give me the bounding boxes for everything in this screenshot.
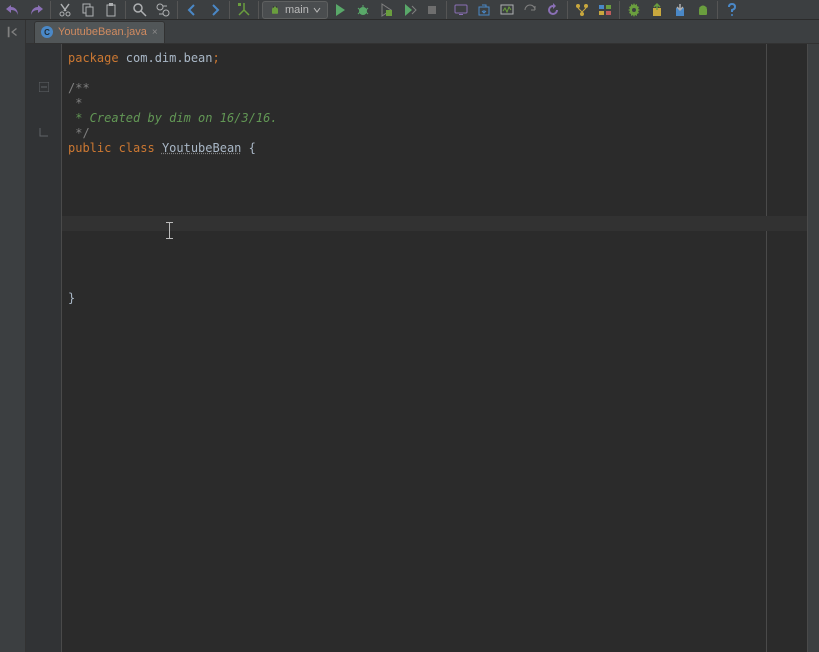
import-icon[interactable] (669, 1, 691, 19)
code-line: */ (68, 126, 90, 141)
separator (229, 1, 230, 19)
separator (50, 1, 51, 19)
export-icon[interactable] (646, 1, 668, 19)
paste-icon[interactable] (100, 1, 122, 19)
fold-end-icon[interactable] (39, 127, 49, 137)
main-toolbar: main (0, 0, 819, 20)
run-config-label: main (285, 4, 309, 16)
current-line-highlight (62, 216, 807, 231)
forward-icon[interactable] (204, 1, 226, 19)
project-structure-icon[interactable] (594, 1, 616, 19)
right-margin-line (766, 44, 767, 652)
code-line: * (68, 96, 82, 111)
run-config-selector[interactable]: main (262, 1, 328, 19)
help-icon[interactable] (721, 1, 743, 19)
separator (125, 1, 126, 19)
file-tab-name: YoutubeBean.java (58, 26, 147, 38)
stop-icon[interactable] (421, 1, 443, 19)
run-icon[interactable] (329, 1, 351, 19)
chevron-down-icon (313, 6, 321, 14)
sync-gradle-icon[interactable] (519, 1, 541, 19)
separator (258, 1, 259, 19)
separator (619, 1, 620, 19)
code-line: * Created by dim on 16/3/16. (68, 111, 278, 126)
sdk-manager-icon[interactable] (473, 1, 495, 19)
redo-icon[interactable] (25, 1, 47, 19)
android-device-icon[interactable] (692, 1, 714, 19)
avd-manager-icon[interactable] (450, 1, 472, 19)
replace-icon[interactable] (152, 1, 174, 19)
separator (567, 1, 568, 19)
code-editor[interactable]: package com.dim.bean; /** * * Created by… (62, 44, 807, 652)
copy-icon[interactable] (77, 1, 99, 19)
code-line: } (68, 291, 75, 306)
editor-marker-strip[interactable] (807, 44, 819, 652)
attach-debugger-icon[interactable] (398, 1, 420, 19)
revert-icon[interactable] (542, 1, 564, 19)
editor-gutter[interactable] (26, 44, 62, 652)
class-file-icon: C (41, 26, 53, 38)
separator (177, 1, 178, 19)
separator (446, 1, 447, 19)
separator (717, 1, 718, 19)
undo-icon[interactable] (2, 1, 24, 19)
cut-icon[interactable] (54, 1, 76, 19)
editor-tabbar: C YoutubeBean.java × (26, 20, 819, 44)
debug-icon[interactable] (352, 1, 374, 19)
fold-minus-icon[interactable] (39, 82, 49, 92)
find-icon[interactable] (129, 1, 151, 19)
android-icon (269, 4, 281, 16)
code-line: /** (68, 81, 90, 96)
close-tab-icon[interactable]: × (152, 27, 158, 38)
text-caret (169, 223, 170, 238)
run-coverage-icon[interactable] (375, 1, 397, 19)
file-tab-active[interactable]: C YoutubeBean.java × (34, 21, 165, 43)
code-line: package com.dim.bean; (68, 51, 220, 66)
build-icon[interactable] (233, 1, 255, 19)
left-tool-strip (0, 44, 26, 652)
settings-icon[interactable] (623, 1, 645, 19)
android-monitor-icon[interactable] (496, 1, 518, 19)
collapse-tool-window-icon[interactable] (0, 20, 26, 44)
vcs-icon[interactable] (571, 1, 593, 19)
back-icon[interactable] (181, 1, 203, 19)
code-line: public class YoutubeBean { (68, 141, 256, 156)
